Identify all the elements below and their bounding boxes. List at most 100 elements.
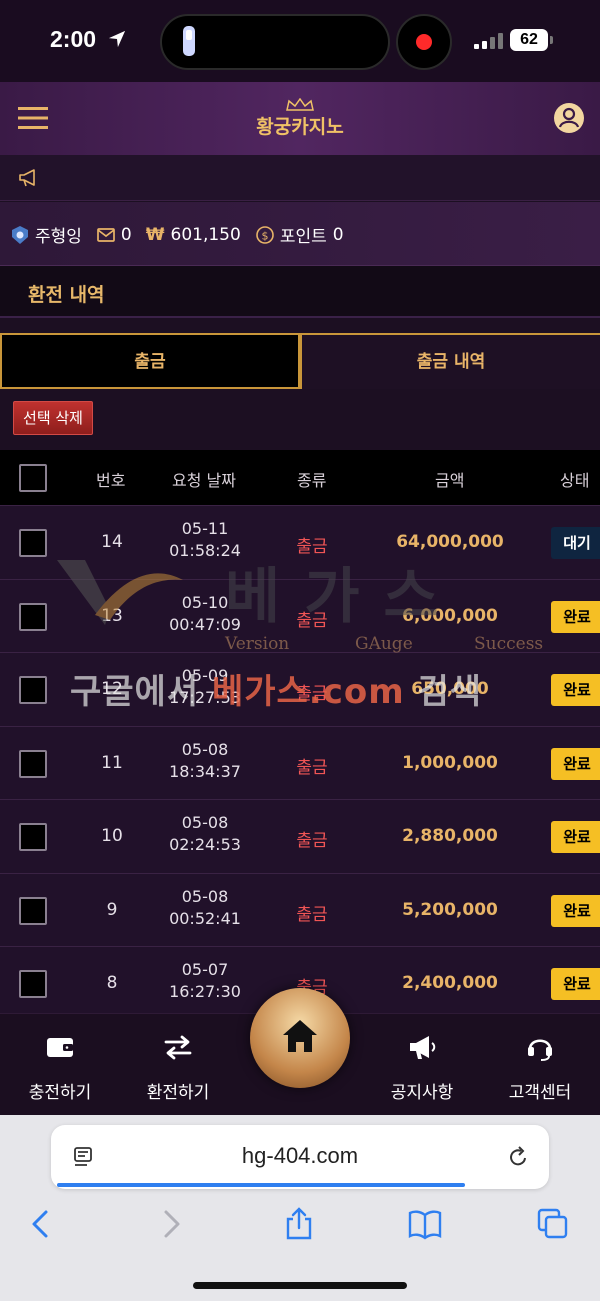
row-checkbox[interactable] bbox=[19, 602, 47, 631]
row-datetime: 05-07 16:27:30 bbox=[160, 959, 250, 1003]
browser-toolbar: hg-404.com bbox=[0, 1115, 600, 1301]
status-badge: 완료 bbox=[551, 821, 600, 853]
row-number: 14 bbox=[101, 532, 123, 552]
cellular-signal-icon bbox=[474, 33, 503, 49]
megaphone-icon bbox=[410, 1036, 436, 1059]
bookmarks-icon[interactable] bbox=[408, 1207, 442, 1241]
won-icon: ₩ bbox=[145, 224, 165, 245]
row-checkbox[interactable] bbox=[19, 749, 47, 778]
row-number: 8 bbox=[106, 973, 118, 993]
tab-withdraw-history[interactable]: 출금 내역 bbox=[300, 333, 600, 389]
row-checkbox[interactable] bbox=[19, 896, 47, 925]
coin-icon: $ bbox=[256, 225, 274, 244]
flashlight-icon bbox=[183, 26, 195, 56]
mail-icon[interactable] bbox=[96, 225, 116, 245]
select-all-checkbox[interactable] bbox=[19, 464, 47, 492]
header-no: 번호 bbox=[96, 471, 126, 490]
message-count: 0 bbox=[120, 224, 132, 245]
row-type: 출금 bbox=[296, 831, 328, 851]
row-date: 05-07 bbox=[181, 960, 229, 979]
megaphone-icon bbox=[19, 169, 35, 187]
delete-selected-button[interactable]: 선택 삭제 bbox=[13, 401, 93, 435]
exchange-arrows-icon bbox=[164, 1035, 192, 1060]
reload-icon[interactable] bbox=[507, 1145, 529, 1169]
nav-support-label: 고객센터 bbox=[508, 1083, 572, 1103]
status-badge: 완료 bbox=[551, 747, 600, 780]
nav-deposit-label: 충전하기 bbox=[28, 1083, 92, 1103]
row-checkbox[interactable] bbox=[19, 970, 47, 998]
row-number: 9 bbox=[106, 899, 118, 920]
crown-icon bbox=[286, 98, 314, 111]
row-type: 출금 bbox=[296, 537, 328, 557]
nav-notice[interactable]: 공지사항 bbox=[362, 1014, 482, 1116]
row-date: 05-09 bbox=[181, 666, 229, 685]
user-name: 주형잉 bbox=[35, 227, 82, 247]
home-button[interactable] bbox=[250, 988, 350, 1088]
row-checkbox[interactable] bbox=[19, 529, 47, 557]
row-amount: 64,000,000 bbox=[396, 532, 504, 552]
share-icon[interactable] bbox=[282, 1207, 316, 1241]
home-icon bbox=[283, 1020, 317, 1052]
row-type: 출금 bbox=[296, 610, 328, 631]
table-row: 10 05-08 02:24:53 출금 2,880,000 완료 bbox=[0, 800, 600, 874]
notice-bar bbox=[0, 155, 600, 201]
row-number: 12 bbox=[101, 679, 123, 699]
address-bar[interactable]: hg-404.com bbox=[51, 1125, 549, 1189]
nav-deposit[interactable]: 충전하기 bbox=[0, 1014, 120, 1116]
row-datetime: 05-11 01:58:24 bbox=[160, 518, 250, 562]
row-date: 05-08 bbox=[181, 813, 229, 832]
forward-icon[interactable] bbox=[154, 1207, 188, 1241]
row-time: 18:34:37 bbox=[169, 761, 241, 781]
tab-withdraw[interactable]: 출금 bbox=[0, 333, 300, 389]
tab-bar: 출금 출금 내역 bbox=[0, 333, 600, 389]
status-bar: 2:00 62 bbox=[0, 0, 600, 82]
status-badge: 대기 bbox=[551, 527, 600, 559]
table-header: 번호 요청 날짜 종류 금액 상태 bbox=[0, 450, 600, 506]
row-number: 11 bbox=[101, 752, 123, 773]
home-indicator bbox=[193, 1282, 407, 1289]
row-datetime: 05-09 17:27:53 bbox=[160, 665, 250, 709]
header-status: 상태 bbox=[560, 471, 590, 490]
site-logo[interactable]: 황궁카지노 bbox=[240, 98, 360, 142]
table-row: 11 05-08 18:34:37 출금 1,000,000 완료 bbox=[0, 726, 600, 800]
row-datetime: 05-08 00:52:41 bbox=[160, 886, 250, 930]
page-title: 환전 내역 bbox=[28, 284, 105, 306]
row-amount: 2,400,000 bbox=[402, 973, 498, 993]
row-date: 05-08 bbox=[181, 886, 229, 906]
user-profile-icon[interactable] bbox=[553, 102, 585, 134]
row-type: 출금 bbox=[296, 757, 328, 778]
points-value: 0 bbox=[332, 224, 344, 245]
row-amount: 1,000,000 bbox=[402, 752, 498, 773]
status-badge: 완료 bbox=[551, 968, 600, 1000]
back-icon[interactable] bbox=[24, 1207, 58, 1241]
status-badge: 완료 bbox=[551, 674, 600, 706]
page-load-progress bbox=[57, 1183, 465, 1187]
status-time: 2:00 bbox=[50, 26, 97, 52]
hamburger-menu-icon[interactable] bbox=[18, 106, 48, 130]
balance-value: 601,150 bbox=[170, 224, 241, 245]
row-time: 01:58:24 bbox=[169, 541, 241, 560]
row-datetime: 05-10 00:47:09 bbox=[160, 592, 250, 636]
nav-support[interactable]: 고객센터 bbox=[480, 1014, 600, 1116]
status-badge: 완료 bbox=[551, 894, 600, 927]
row-number: 10 bbox=[101, 826, 123, 846]
url-text: hg-404.com bbox=[241, 1143, 359, 1168]
row-amount: 5,200,000 bbox=[402, 899, 498, 920]
row-checkbox[interactable] bbox=[19, 823, 47, 851]
row-date: 05-10 bbox=[181, 592, 229, 612]
header-amount: 금액 bbox=[435, 471, 465, 490]
header-date: 요청 날짜 bbox=[172, 471, 236, 490]
table-row: 13 05-10 00:47:09 출금 6,000,000 완료 bbox=[0, 579, 600, 653]
row-amount: 650,000 bbox=[411, 679, 489, 699]
row-number: 13 bbox=[101, 605, 123, 626]
tabs-icon[interactable] bbox=[536, 1207, 570, 1241]
app-header: 황궁카지노 bbox=[0, 82, 600, 155]
status-badge: 완료 bbox=[551, 600, 600, 633]
nav-exchange[interactable]: 환전하기 bbox=[118, 1014, 238, 1116]
row-datetime: 05-08 18:34:37 bbox=[160, 739, 250, 783]
row-checkbox[interactable] bbox=[19, 676, 47, 704]
location-arrow-icon bbox=[108, 30, 126, 48]
table-row: 14 05-11 01:58:24 출금 64,000,000 대기 bbox=[0, 506, 600, 580]
row-time: 00:52:41 bbox=[169, 908, 241, 928]
table-row: 9 05-08 00:52:41 출금 5,200,000 완료 bbox=[0, 873, 600, 947]
